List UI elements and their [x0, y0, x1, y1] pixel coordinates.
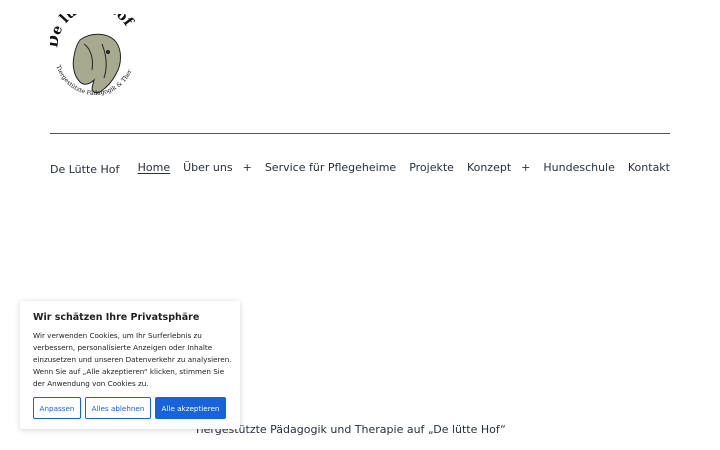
cookie-consent-banner: Wir schätzen Ihre Privatsphäre Wir verwe…	[20, 301, 240, 429]
accept-all-cookies-button[interactable]: Alle akzeptieren	[155, 397, 226, 419]
expand-submenu-icon[interactable]: +	[521, 161, 530, 174]
customize-cookies-button[interactable]: Anpassen	[33, 397, 81, 419]
cookie-button-group: Anpassen Alles ablehnen Alle akzeptieren	[33, 397, 230, 419]
nav-item-konzept[interactable]: Konzept	[467, 161, 511, 174]
nav-item-ueber-uns[interactable]: Über uns	[183, 161, 233, 174]
cookie-banner-title: Wir schätzen Ihre Privatsphäre	[33, 312, 200, 323]
nav-item-hundeschule[interactable]: Hundeschule	[543, 161, 615, 174]
nav-item-home[interactable]: Home	[138, 161, 170, 174]
nav-item-service-pflegeheime[interactable]: Service für Pflegeheime	[265, 161, 396, 174]
horse-head-logo-icon: De lütte Hof Tiergestützte Pädagogik & T…	[45, 0, 136, 97]
site-title[interactable]: De Lütte Hof	[50, 163, 119, 176]
header-divider	[50, 133, 670, 134]
reject-all-cookies-button[interactable]: Alles ablehnen	[85, 397, 151, 419]
cookie-banner-text: Wir verwenden Cookies, um Ihr Surferlebn…	[33, 331, 232, 388]
nav-item-kontakt[interactable]: Kontakt	[628, 161, 670, 174]
nav-item-projekte[interactable]: Projekte	[409, 161, 454, 174]
expand-submenu-icon[interactable]: +	[243, 161, 252, 174]
site-logo[interactable]: De lütte Hof Tiergestützte Pädagogik & T…	[45, 0, 140, 110]
primary-navigation: Home Über uns + Service für Pflegeheime …	[138, 161, 670, 174]
